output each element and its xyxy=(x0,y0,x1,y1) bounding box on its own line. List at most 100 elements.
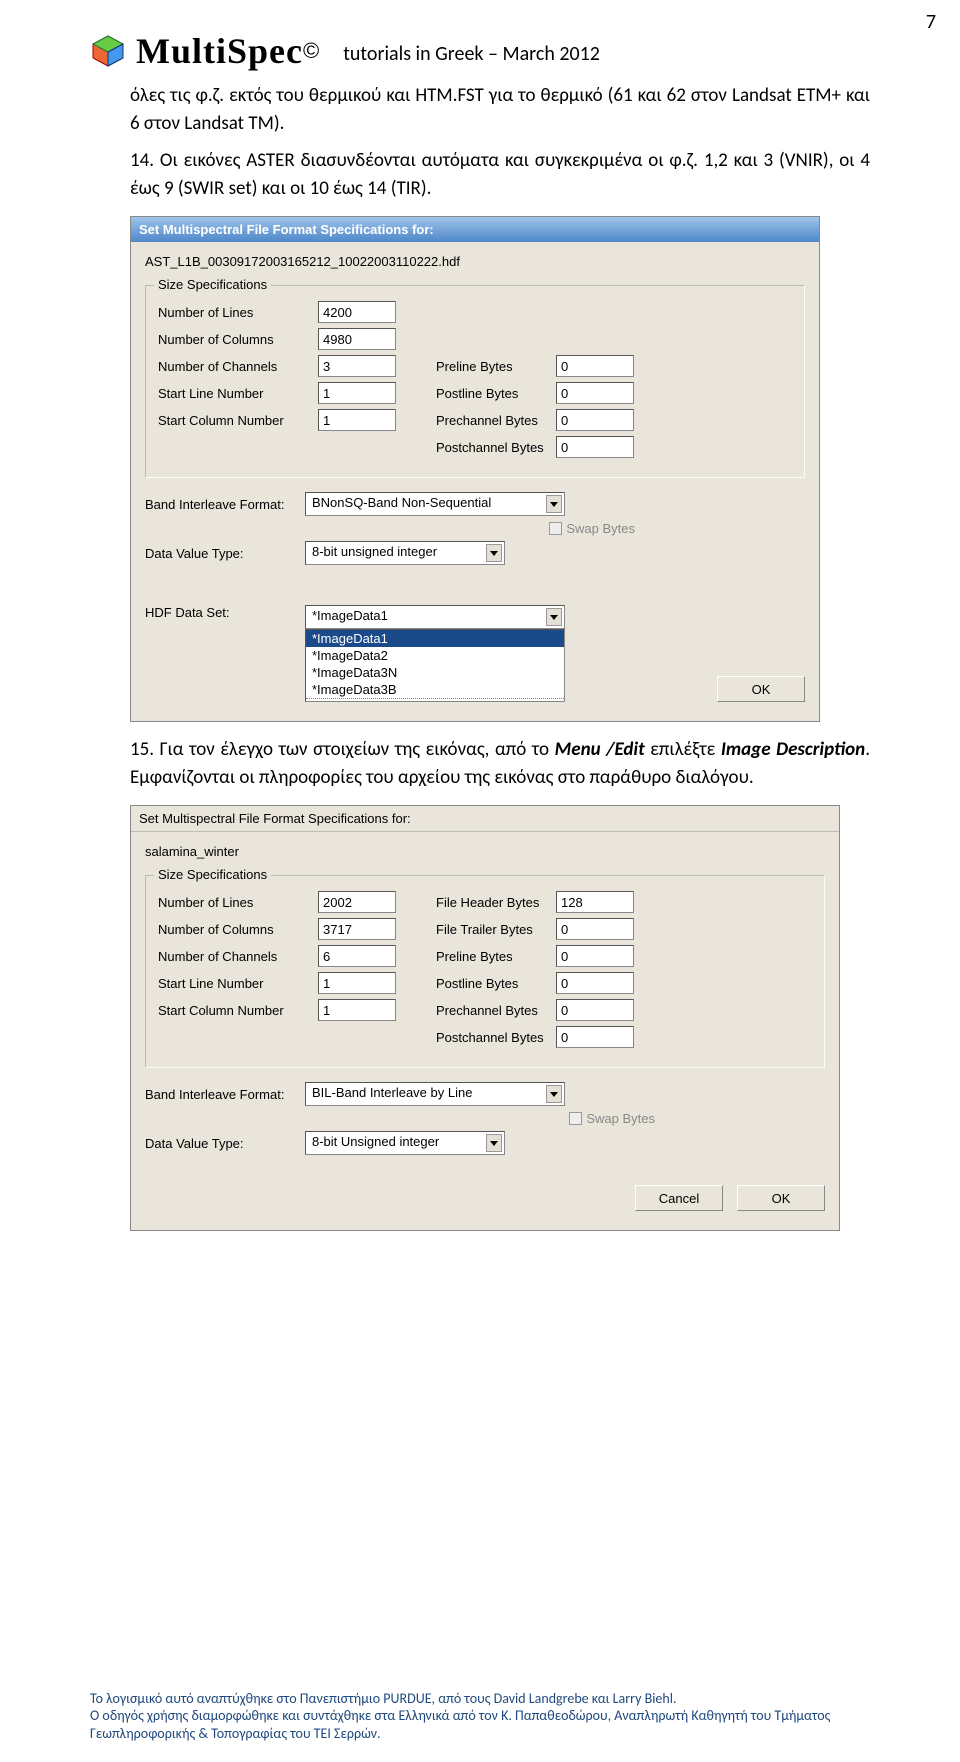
list-item-14: 14. Οι εικόνες ASTER διασυνδέονται αυτόμ… xyxy=(130,147,870,202)
swap-bytes-label: Swap Bytes xyxy=(586,1111,655,1126)
startline-input[interactable] xyxy=(318,382,396,404)
lines-label: Number of Lines xyxy=(158,895,318,910)
bif-value: BIL-Band Interleave by Line xyxy=(312,1085,472,1100)
dialog-title: Set Multispectral File Format Specificat… xyxy=(131,217,819,242)
list-item[interactable]: *ImageData3N xyxy=(306,664,564,681)
hdf-value: *ImageData1 xyxy=(312,608,388,623)
postchan-input[interactable] xyxy=(556,436,634,458)
chevron-down-icon[interactable] xyxy=(486,1134,502,1152)
list-item[interactable]: *ImageData3B xyxy=(306,681,564,698)
preline-input[interactable] xyxy=(556,355,634,377)
prechan-label: Prechannel Bytes xyxy=(396,1003,556,1018)
lines-input[interactable] xyxy=(318,891,396,913)
startline-label: Start Line Number xyxy=(158,386,318,401)
columns-input[interactable] xyxy=(318,918,396,940)
hdf-listbox[interactable]: *ImageData1 *ImageData2 *ImageData3N *Im… xyxy=(305,629,565,702)
app-name: MultiSpec xyxy=(136,30,303,72)
startline-label: Start Line Number xyxy=(158,976,318,991)
lines-label: Number of Lines xyxy=(158,305,318,320)
channels-label: Number of Channels xyxy=(158,949,318,964)
cancel-button[interactable]: Cancel xyxy=(635,1185,723,1211)
dvt-label: Data Value Type: xyxy=(145,546,305,561)
postchan-input[interactable] xyxy=(556,1026,634,1048)
preline-label: Preline Bytes xyxy=(396,949,556,964)
page-number: 7 xyxy=(926,10,936,34)
footer-line-1: Το λογισμικό αυτό αναπτύχθηκε στο Πανεπι… xyxy=(90,1690,870,1708)
postline-label: Postline Bytes xyxy=(396,976,556,991)
chevron-down-icon[interactable] xyxy=(546,1085,562,1103)
swap-bytes-label: Swap Bytes xyxy=(566,521,635,536)
fhb-input[interactable] xyxy=(556,891,634,913)
postline-input[interactable] xyxy=(556,382,634,404)
prechan-input[interactable] xyxy=(556,409,634,431)
dvt-value: 8-bit unsigned integer xyxy=(312,544,437,559)
bif-label: Band Interleave Format: xyxy=(145,497,305,512)
bif-combo[interactable]: BNonSQ-Band Non-Sequential xyxy=(305,492,565,516)
dvt-label: Data Value Type: xyxy=(145,1136,305,1151)
hdf-label: HDF Data Set: xyxy=(145,605,305,620)
startcol-input[interactable] xyxy=(318,409,396,431)
postchan-label: Postchannel Bytes xyxy=(396,440,556,455)
dvt-combo[interactable]: 8-bit Unsigned integer xyxy=(305,1131,505,1155)
lines-input[interactable] xyxy=(318,301,396,323)
page-footer: Το λογισμικό αυτό αναπτύχθηκε στο Πανεπι… xyxy=(90,1690,870,1743)
prechan-input[interactable] xyxy=(556,999,634,1021)
list-item-15: 15. Για τον έλεγχο των στοιχείων της εικ… xyxy=(130,736,870,791)
columns-input[interactable] xyxy=(318,328,396,350)
columns-label: Number of Columns xyxy=(158,922,318,937)
copyright-symbol: © xyxy=(303,38,319,64)
ftb-label: File Trailer Bytes xyxy=(396,922,556,937)
channels-input[interactable] xyxy=(318,355,396,377)
columns-label: Number of Columns xyxy=(158,332,318,347)
dvt-value: 8-bit Unsigned integer xyxy=(312,1134,439,1149)
item-15-number: 15. xyxy=(130,738,160,761)
item-15-text-b: επιλέξτε xyxy=(645,738,721,761)
postchan-label: Postchannel Bytes xyxy=(396,1030,556,1045)
checkbox-box xyxy=(549,522,562,535)
bif-label: Band Interleave Format: xyxy=(145,1087,305,1102)
dvt-combo[interactable]: 8-bit unsigned integer xyxy=(305,541,505,565)
image-description-ref: Image Description xyxy=(721,738,865,761)
ftb-input[interactable] xyxy=(556,918,634,940)
postline-input[interactable] xyxy=(556,972,634,994)
startline-input[interactable] xyxy=(318,972,396,994)
swap-bytes-checkbox: Swap Bytes xyxy=(569,1111,655,1126)
menu-edit-ref: Menu /Edit xyxy=(555,738,645,761)
size-specifications-group: Size Specifications Number of Lines File… xyxy=(145,875,825,1068)
fhb-label: File Header Bytes xyxy=(396,895,556,910)
prechan-label: Prechannel Bytes xyxy=(396,413,556,428)
list-item[interactable]: *ImageData2 xyxy=(306,647,564,664)
bif-combo[interactable]: BIL-Band Interleave by Line xyxy=(305,1082,565,1106)
preline-label: Preline Bytes xyxy=(396,359,556,374)
channels-label: Number of Channels xyxy=(158,359,318,374)
footer-line-2: Ο οδηγός χρήσης διαμορφώθηκε και συντάχθ… xyxy=(90,1707,870,1742)
ok-button[interactable]: OK xyxy=(737,1185,825,1211)
fileformat-dialog-1: Set Multispectral File Format Specificat… xyxy=(130,216,820,722)
preline-input[interactable] xyxy=(556,945,634,967)
hdf-combo[interactable]: *ImageData1 xyxy=(305,605,565,629)
page-header: MultiSpec © tutorials in Greek – March 2… xyxy=(90,30,870,72)
group-label: Size Specifications xyxy=(154,277,271,292)
postline-label: Postline Bytes xyxy=(396,386,556,401)
bif-value: BNonSQ-Band Non-Sequential xyxy=(312,495,491,510)
dialog-title: Set Multispectral File Format Specificat… xyxy=(131,806,839,832)
dialog-filename: AST_L1B_00309172003165212_10022003110222… xyxy=(131,242,819,271)
chevron-down-icon[interactable] xyxy=(486,544,502,562)
dialog-filename: salamina_winter xyxy=(131,832,839,861)
chevron-down-icon[interactable] xyxy=(546,608,562,626)
channels-input[interactable] xyxy=(318,945,396,967)
swap-bytes-checkbox: Swap Bytes xyxy=(549,521,635,536)
size-specifications-group: Size Specifications Number of Lines Numb… xyxy=(145,285,805,478)
startcol-input[interactable] xyxy=(318,999,396,1021)
startcol-label: Start Column Number xyxy=(158,413,318,428)
doc-title: tutorials in Greek – March 2012 xyxy=(343,42,600,66)
fileformat-dialog-2: Set Multispectral File Format Specificat… xyxy=(130,805,840,1231)
list-divider xyxy=(306,698,564,701)
chevron-down-icon[interactable] xyxy=(546,495,562,513)
ok-button[interactable]: OK xyxy=(717,676,805,702)
startcol-label: Start Column Number xyxy=(158,1003,318,1018)
item-15-text-a: Για τον έλεγχο των στοιχείων της εικόνας… xyxy=(160,738,555,761)
list-item[interactable]: *ImageData1 xyxy=(306,630,564,647)
item-14-number: 14. xyxy=(130,149,160,172)
item-14-text: Οι εικόνες ASTER διασυνδέονται αυτόματα … xyxy=(130,149,870,200)
